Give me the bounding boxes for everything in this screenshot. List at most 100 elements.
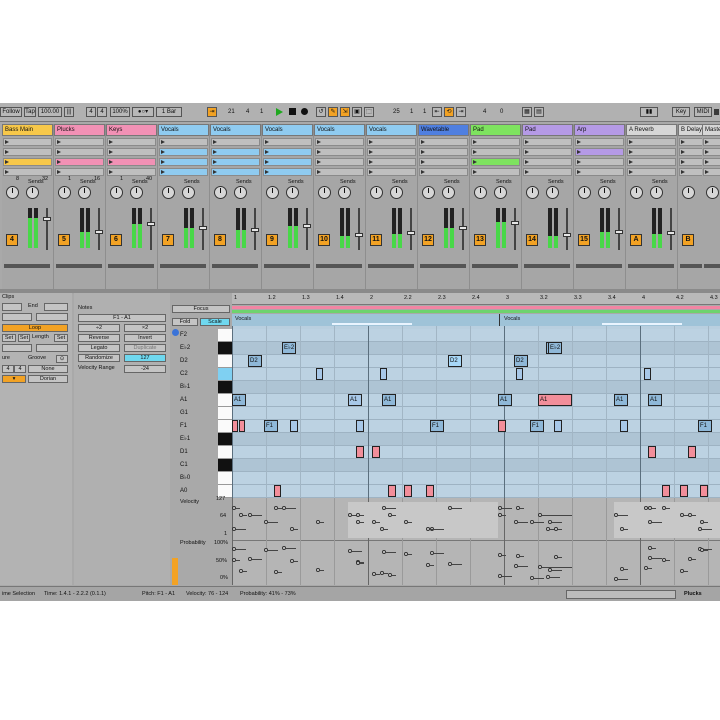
follow-button[interactable]: Follow bbox=[0, 107, 22, 117]
invert-button[interactable]: Invert bbox=[124, 334, 166, 342]
send-b-knob[interactable] bbox=[182, 186, 195, 199]
send-a-knob[interactable] bbox=[630, 186, 643, 199]
key-map-button[interactable]: Key bbox=[672, 107, 690, 117]
randomize-value[interactable]: 127 bbox=[124, 354, 166, 362]
fader-thumb[interactable] bbox=[303, 224, 311, 229]
mixer-track[interactable]: Plucks Sends 5 1 16 bbox=[54, 124, 106, 294]
play-icon[interactable] bbox=[276, 108, 283, 116]
clip-loop-brace[interactable] bbox=[232, 310, 720, 313]
clip-slot[interactable] bbox=[107, 158, 156, 166]
mixer-track[interactable]: Vocals Sends 11 bbox=[366, 124, 418, 294]
piano-key[interactable] bbox=[218, 381, 232, 394]
clip-slot[interactable] bbox=[159, 168, 208, 176]
track-title[interactable]: Maste bbox=[702, 124, 720, 136]
midi-note[interactable] bbox=[290, 420, 298, 432]
clip-slot[interactable] bbox=[55, 158, 104, 166]
send-b-knob[interactable] bbox=[338, 186, 351, 199]
signature-denominator[interactable]: 4 bbox=[97, 107, 107, 117]
send-b-knob[interactable] bbox=[494, 186, 507, 199]
clip-slot[interactable] bbox=[263, 168, 312, 176]
fader-thumb[interactable] bbox=[355, 233, 363, 238]
send-a-knob[interactable] bbox=[266, 186, 279, 199]
mixer-track[interactable]: MasteSends bbox=[702, 124, 720, 294]
clip-play-icon[interactable] bbox=[109, 170, 113, 174]
clip-play-icon[interactable] bbox=[473, 140, 477, 144]
clip-slot[interactable] bbox=[703, 158, 720, 166]
clip-play-icon[interactable] bbox=[525, 160, 529, 164]
midi-note[interactable] bbox=[316, 368, 323, 380]
stop-icon[interactable] bbox=[289, 108, 296, 115]
fader-thumb[interactable] bbox=[251, 227, 259, 232]
track-io-strip[interactable] bbox=[704, 264, 720, 268]
loop-brace[interactable] bbox=[232, 306, 720, 309]
track-activator[interactable]: 10 bbox=[318, 234, 330, 246]
note-range-field[interactable]: F1 - A1 bbox=[78, 314, 166, 322]
clip-play-icon[interactable] bbox=[705, 160, 709, 164]
midi-note[interactable]: D2 bbox=[448, 355, 462, 367]
punch-icon[interactable]: ⬚ bbox=[364, 107, 374, 117]
mixer-track[interactable]: Wavetable Sends 12 bbox=[418, 124, 470, 294]
fader-thumb[interactable] bbox=[43, 217, 51, 221]
midi-note[interactable] bbox=[680, 485, 688, 497]
draw-grid-icon[interactable]: ▦ bbox=[522, 107, 532, 117]
tap-button[interactable]: Tap bbox=[24, 107, 36, 117]
track-io-strip[interactable] bbox=[628, 264, 674, 268]
clip-slot[interactable] bbox=[419, 158, 468, 166]
clip-slot[interactable] bbox=[703, 138, 720, 146]
track-title[interactable]: Keys bbox=[106, 124, 157, 136]
clip-play-icon[interactable] bbox=[5, 170, 9, 174]
start-field[interactable] bbox=[2, 303, 22, 311]
clip-play-icon[interactable] bbox=[681, 150, 685, 154]
clip-slot[interactable] bbox=[3, 158, 52, 166]
volume-fader[interactable] bbox=[46, 208, 48, 250]
clip-slot[interactable] bbox=[419, 138, 468, 146]
fader-thumb[interactable] bbox=[147, 222, 155, 227]
clip-play-icon[interactable] bbox=[213, 160, 217, 164]
midi-note[interactable]: A1 bbox=[348, 394, 362, 406]
clip-play-icon[interactable] bbox=[473, 160, 477, 164]
midi-note[interactable] bbox=[404, 485, 412, 497]
piano-key[interactable] bbox=[218, 446, 232, 459]
clip-slot[interactable] bbox=[315, 168, 364, 176]
clip-slot[interactable] bbox=[419, 148, 468, 156]
clip-play-icon[interactable] bbox=[369, 170, 373, 174]
clip-slot[interactable] bbox=[55, 168, 104, 176]
groove-select[interactable]: None bbox=[28, 365, 68, 373]
track-io-strip[interactable] bbox=[368, 264, 414, 268]
clip-play-icon[interactable] bbox=[369, 150, 373, 154]
midi-note[interactable]: A1 bbox=[382, 394, 396, 406]
midi-note[interactable]: A1 bbox=[614, 394, 628, 406]
mixer-track[interactable]: Arp Sends 15 bbox=[574, 124, 626, 294]
clip-play-icon[interactable] bbox=[5, 160, 9, 164]
loop-start-sixteenth[interactable]: 1 bbox=[423, 107, 426, 117]
track-title[interactable]: A Reverb bbox=[626, 124, 677, 136]
capture-icon[interactable]: ⇲ bbox=[340, 107, 350, 117]
clip-slot[interactable] bbox=[627, 138, 676, 146]
midi-note[interactable]: D2 bbox=[248, 355, 262, 367]
fader-thumb[interactable] bbox=[199, 226, 207, 230]
session-record-icon[interactable]: ▣ bbox=[352, 107, 362, 117]
midi-note[interactable] bbox=[372, 446, 380, 458]
clip-slot[interactable] bbox=[211, 158, 260, 166]
midi-note[interactable]: F1 bbox=[264, 420, 278, 432]
mixer-track[interactable]: Pad Sends 13 bbox=[470, 124, 522, 294]
fader-thumb[interactable] bbox=[95, 229, 103, 234]
midi-note[interactable] bbox=[688, 446, 696, 458]
track-io-strip[interactable] bbox=[160, 264, 206, 268]
clip-slot[interactable] bbox=[107, 148, 156, 156]
track-activator[interactable]: 15 bbox=[578, 234, 590, 246]
arrangement-pos-beat[interactable]: 4 bbox=[246, 107, 249, 117]
clip-slot[interactable] bbox=[263, 138, 312, 146]
midi-note[interactable]: A1 bbox=[648, 394, 662, 406]
record-quantize-icon[interactable]: ●○▾ bbox=[132, 107, 154, 117]
clip-play-icon[interactable] bbox=[57, 140, 61, 144]
double-length-button[interactable]: ×2 bbox=[124, 324, 166, 332]
timeline-ruler[interactable]: 1 1.2 1.3 1.4 2 2.2 2.3 2.4 3 3.2 3.3 3.4 4 4.2 4.3 bbox=[232, 293, 720, 305]
end-field[interactable] bbox=[44, 303, 68, 311]
note-grid[interactable]: E♭2D2A1F1A1A1F1D2A1D2E♭2A1F1A1A1E♭2F1 bbox=[232, 326, 720, 498]
midi-map-button[interactable]: MIDI bbox=[694, 107, 712, 117]
clip-slot[interactable] bbox=[703, 168, 720, 176]
clip-play-icon[interactable] bbox=[161, 170, 165, 174]
clip-slot[interactable] bbox=[315, 158, 364, 166]
quantize-menu[interactable]: 1 Bar bbox=[156, 107, 182, 117]
